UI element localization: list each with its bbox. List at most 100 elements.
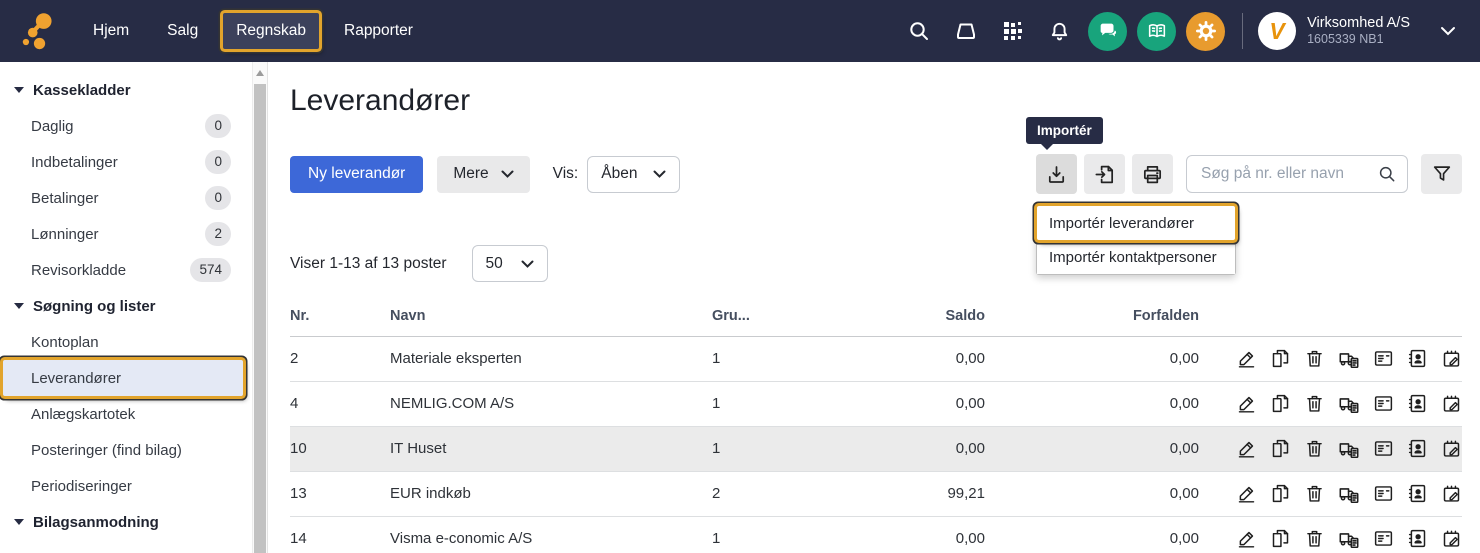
- cell-actions: [1199, 381, 1462, 426]
- delivery-icon[interactable]: [1338, 528, 1360, 550]
- delete-icon[interactable]: [1304, 483, 1325, 504]
- col-gruppe[interactable]: Gru...: [712, 296, 862, 336]
- search-icon[interactable]: [1377, 164, 1397, 184]
- book-icon[interactable]: [1137, 12, 1176, 51]
- sidebar-section-kassekladder[interactable]: Kassekladder: [0, 72, 252, 108]
- delete-icon[interactable]: [1304, 393, 1325, 414]
- copy-icon[interactable]: [1270, 348, 1291, 369]
- edit-icon[interactable]: [1236, 438, 1257, 459]
- nav-item-hjem[interactable]: Hjem: [80, 13, 142, 49]
- delivery-icon[interactable]: [1338, 438, 1360, 460]
- sidebar-item-periodiseringer[interactable]: Periodiseringer: [0, 468, 243, 504]
- contacts-icon[interactable]: [1407, 348, 1428, 369]
- note-icon[interactable]: [1441, 483, 1462, 504]
- view-filter-value: Åben: [601, 165, 637, 183]
- top-navbar: Hjem Salg Regnskab Rapporter: [0, 0, 1480, 62]
- contacts-icon[interactable]: [1407, 528, 1428, 549]
- edit-icon[interactable]: [1236, 483, 1257, 504]
- bell-icon[interactable]: [1036, 10, 1083, 52]
- contacts-icon[interactable]: [1407, 438, 1428, 459]
- table-row[interactable]: 4NEMLIG.COM A/S10,000,00: [290, 381, 1462, 426]
- edit-icon[interactable]: [1236, 348, 1257, 369]
- view-filter-select[interactable]: Åben: [587, 156, 680, 193]
- filter-icon[interactable]: [1421, 154, 1462, 194]
- menu-item-import-r-leverand-rer[interactable]: Importér leverandører: [1037, 206, 1235, 240]
- col-nr[interactable]: Nr.: [290, 296, 390, 336]
- copy-icon[interactable]: [1270, 483, 1291, 504]
- suppliers-table: Nr. Navn Gru... Saldo Forfalden 2Materia…: [290, 296, 1462, 553]
- sidebar-item-daglig[interactable]: Daglig0: [0, 108, 243, 144]
- card-icon[interactable]: [1373, 393, 1394, 414]
- note-icon[interactable]: [1441, 348, 1462, 369]
- nav-item-salg[interactable]: Salg: [154, 13, 211, 49]
- count-badge: 0: [205, 150, 231, 174]
- note-icon[interactable]: [1441, 393, 1462, 414]
- delete-icon[interactable]: [1304, 528, 1325, 549]
- contacts-icon[interactable]: [1407, 393, 1428, 414]
- more-button[interactable]: Mere: [437, 156, 529, 193]
- scrollbar-up-arrow[interactable]: [256, 70, 264, 76]
- card-icon[interactable]: [1373, 438, 1394, 459]
- cell-saldo: 99,21: [862, 471, 985, 516]
- table-row[interactable]: 2Materiale eksperten10,000,00: [290, 336, 1462, 381]
- cell-saldo: 0,00: [862, 516, 985, 553]
- contacts-icon[interactable]: [1407, 483, 1428, 504]
- count-badge: 0: [205, 186, 231, 210]
- search-icon[interactable]: [895, 10, 942, 52]
- copy-icon[interactable]: [1270, 438, 1291, 459]
- sidebar-item-betalinger[interactable]: Betalinger0: [0, 180, 243, 216]
- card-icon[interactable]: [1373, 348, 1394, 369]
- table-row[interactable]: 13EUR indkøb299,210,00: [290, 471, 1462, 516]
- edit-icon[interactable]: [1236, 393, 1257, 414]
- copy-icon[interactable]: [1270, 528, 1291, 549]
- cell-actions: [1199, 516, 1462, 553]
- col-forfalden[interactable]: Forfalden: [985, 296, 1199, 336]
- company-info[interactable]: Virksomhed A/S 1605339 NB1: [1307, 14, 1410, 48]
- table-row[interactable]: 10IT Huset10,000,00: [290, 426, 1462, 471]
- chevron-down-icon[interactable]: [1440, 26, 1456, 36]
- note-icon[interactable]: [1441, 438, 1462, 459]
- sidebar-item-leverand-rer[interactable]: Leverandører: [3, 360, 243, 396]
- delivery-icon[interactable]: [1338, 393, 1360, 415]
- delete-icon[interactable]: [1304, 348, 1325, 369]
- nav-item-rapporter[interactable]: Rapporter: [331, 13, 426, 49]
- note-icon[interactable]: [1441, 528, 1462, 549]
- print-icon[interactable]: [1132, 154, 1173, 194]
- apps-grid-icon[interactable]: [989, 10, 1036, 52]
- sidebar-item-posteringer-find-bilag[interactable]: Posteringer (find bilag): [0, 432, 243, 468]
- page-size-select[interactable]: 50: [472, 245, 548, 282]
- caret-down-icon: [14, 519, 24, 525]
- edit-icon[interactable]: [1236, 528, 1257, 549]
- sidebar-item-revisorkladde[interactable]: Revisorkladde574: [0, 252, 243, 288]
- sidebar-item-anl-gskartotek[interactable]: Anlægskartotek: [0, 396, 243, 432]
- sidebar-section-s-gning-og-lister[interactable]: Søgning og lister: [0, 288, 252, 324]
- col-navn[interactable]: Navn: [390, 296, 712, 336]
- new-supplier-button[interactable]: Ny leverandør: [290, 156, 423, 193]
- search-input[interactable]: [1199, 164, 1377, 184]
- file-import-icon[interactable]: [1084, 154, 1125, 194]
- delivery-icon[interactable]: [1338, 483, 1360, 505]
- inbox-icon[interactable]: [942, 10, 989, 52]
- scrollbar-thumb[interactable]: [254, 84, 266, 553]
- chat-icon[interactable]: [1088, 12, 1127, 51]
- col-saldo[interactable]: Saldo: [862, 296, 985, 336]
- nav-item-regnskab[interactable]: Regnskab: [223, 13, 319, 49]
- sidebar-item-l-nninger[interactable]: Lønninger2: [0, 216, 243, 252]
- delivery-icon[interactable]: [1338, 348, 1360, 370]
- card-icon[interactable]: [1373, 528, 1394, 549]
- company-avatar[interactable]: V: [1258, 12, 1296, 50]
- section-label: Kassekladder: [33, 82, 131, 99]
- gear-icon[interactable]: [1186, 12, 1225, 51]
- sidebar-item-indbetalinger[interactable]: Indbetalinger0: [0, 144, 243, 180]
- sidebar-section-bilagsanmodning[interactable]: Bilagsanmodning: [0, 504, 252, 540]
- e-conomic-logo-icon[interactable]: [18, 8, 60, 54]
- sidebar-scrollbar[interactable]: [252, 62, 268, 553]
- table-row[interactable]: 14Visma e-conomic A/S10,000,00: [290, 516, 1462, 553]
- import-icon[interactable]: [1036, 154, 1077, 194]
- cell-forfalden: 0,00: [985, 516, 1199, 553]
- sidebar-item-kontoplan[interactable]: Kontoplan: [0, 324, 243, 360]
- card-icon[interactable]: [1373, 483, 1394, 504]
- menu-item-import-r-kontaktpersoner[interactable]: Importér kontaktpersoner: [1037, 240, 1235, 274]
- delete-icon[interactable]: [1304, 438, 1325, 459]
- copy-icon[interactable]: [1270, 393, 1291, 414]
